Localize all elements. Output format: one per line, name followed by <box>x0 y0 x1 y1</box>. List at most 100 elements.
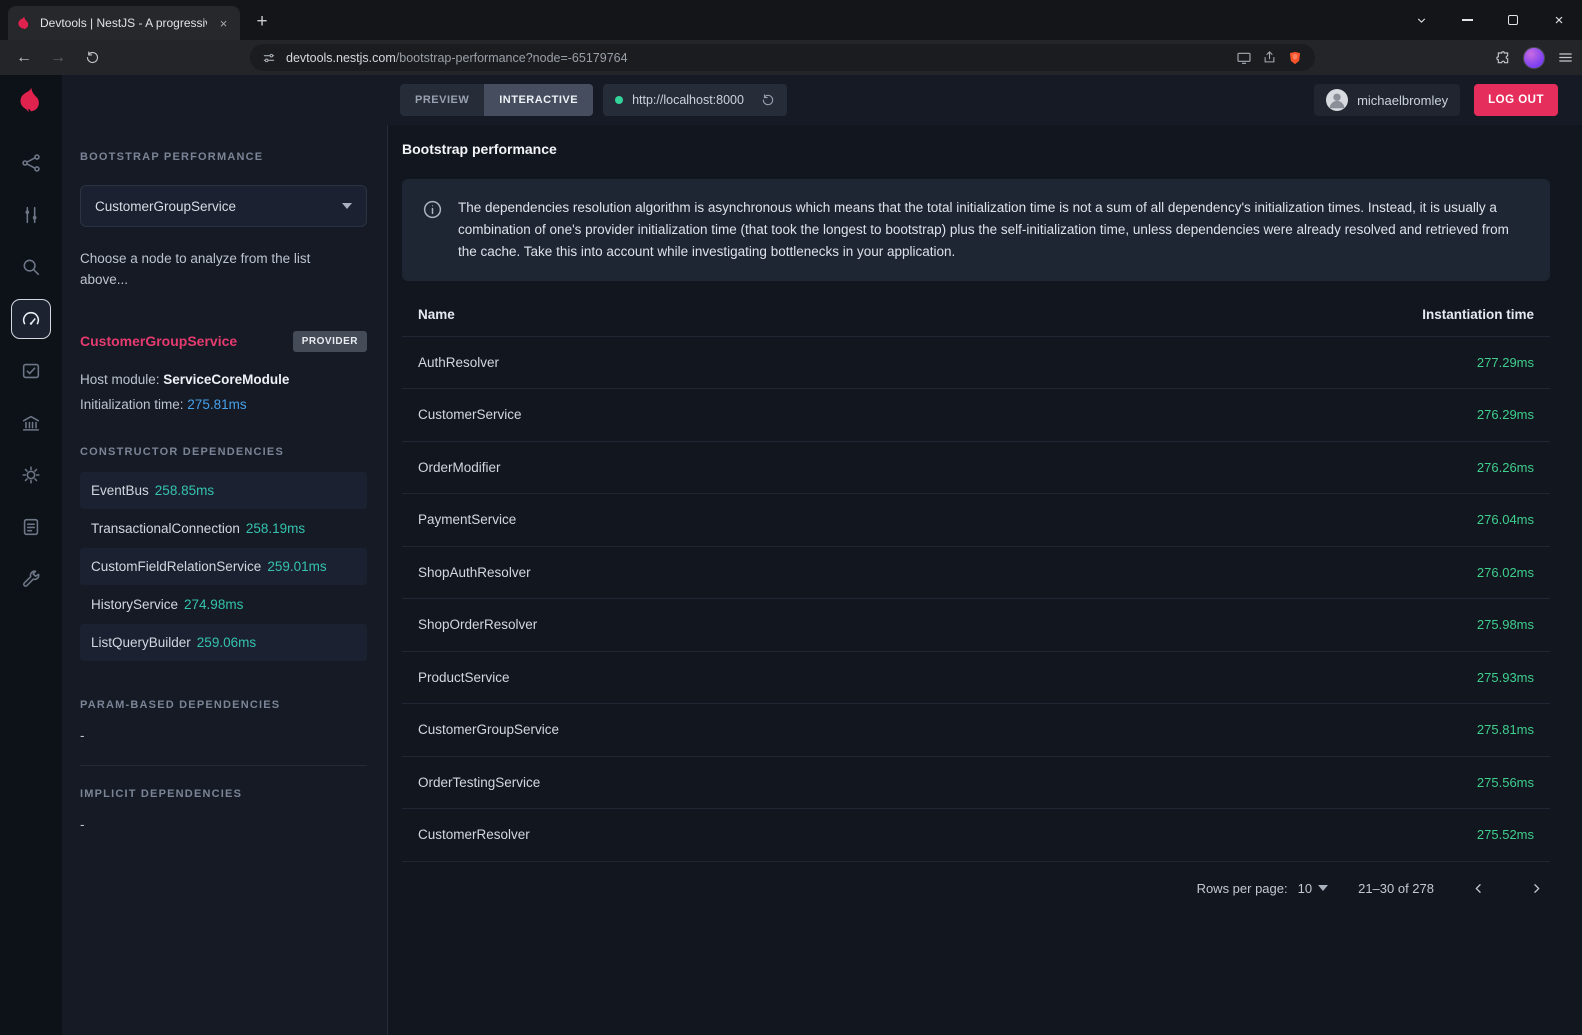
menu-icon[interactable] <box>1557 49 1574 66</box>
select-hint: Choose a node to analyze from the list a… <box>80 249 335 291</box>
table-row[interactable]: PaymentService276.04ms <box>402 493 1550 546</box>
nav-graph-button[interactable] <box>11 143 51 183</box>
table-row[interactable]: OrderTestingService275.56ms <box>402 756 1550 809</box>
app-icon-rail <box>0 75 62 1035</box>
preview-tab[interactable]: PREVIEW <box>400 84 484 116</box>
previous-page-button[interactable] <box>1464 874 1492 902</box>
page-title: Bootstrap performance <box>402 141 1550 157</box>
node-select[interactable]: CustomerGroupService <box>80 185 367 227</box>
table-pagination: Rows per page: 10 21–30 of 278 <box>402 861 1550 915</box>
table-row[interactable]: ShopAuthResolver276.02ms <box>402 546 1550 599</box>
bootstrap-performance-panel: BOOTSTRAP PERFORMANCE CustomerGroupServi… <box>62 125 388 1035</box>
nav-audit-button[interactable] <box>11 351 51 391</box>
table-row[interactable]: OrderModifier276.26ms <box>402 441 1550 494</box>
chevron-down-icon <box>342 203 352 209</box>
refresh-target-icon[interactable] <box>761 93 775 107</box>
target-url-text: http://localhost:8000 <box>632 93 744 107</box>
table-row[interactable]: ProductService275.93ms <box>402 651 1550 704</box>
url-domain: devtools.nestjs.com <box>286 51 396 65</box>
table-row[interactable]: CustomerResolver275.52ms <box>402 808 1550 861</box>
browser-reload-button[interactable] <box>78 44 106 72</box>
share-icon[interactable] <box>1262 50 1277 65</box>
mode-toggle: PREVIEW INTERACTIVE <box>400 84 593 116</box>
logout-button[interactable]: LOG OUT <box>1474 84 1558 116</box>
nav-performance-button[interactable] <box>11 299 51 339</box>
dep-list-item[interactable]: ListQueryBuilder259.06ms <box>80 624 367 661</box>
target-url-control[interactable]: http://localhost:8000 <box>603 84 787 116</box>
document-icon <box>20 516 42 538</box>
browser-forward-button[interactable]: → <box>44 44 72 72</box>
checklist-icon <box>20 360 42 382</box>
browser-tab[interactable]: Devtools | NestJS - A progressive × <box>8 6 240 40</box>
table-row[interactable]: AuthResolver277.29ms <box>402 336 1550 389</box>
tab-close-icon[interactable]: × <box>215 15 232 32</box>
table-row[interactable]: CustomerService276.29ms <box>402 388 1550 441</box>
window-close-button[interactable]: × <box>1536 0 1582 40</box>
graph-icon <box>20 152 42 174</box>
tab-search-chevron-icon[interactable] <box>1398 0 1444 40</box>
app-header: PREVIEW INTERACTIVE http://localhost:800… <box>62 75 1582 125</box>
info-text: The dependencies resolution algorithm is… <box>458 197 1530 263</box>
table-header: Name Instantiation time <box>402 293 1550 336</box>
table-row[interactable]: ShopOrderResolver275.98ms <box>402 598 1550 651</box>
provider-badge: PROVIDER <box>293 331 367 352</box>
nav-tools-button[interactable] <box>11 559 51 599</box>
nav-modules-button[interactable] <box>11 403 51 443</box>
interactive-tab[interactable]: INTERACTIVE <box>484 84 593 116</box>
online-status-dot <box>615 96 623 104</box>
column-instantiation-time: Instantiation time <box>1422 307 1534 322</box>
nav-settings-button[interactable] <box>11 455 51 495</box>
column-name: Name <box>418 307 455 322</box>
dep-list-item[interactable]: HistoryService274.98ms <box>80 586 367 623</box>
user-chip[interactable]: michaelbromley <box>1314 84 1460 116</box>
browser-back-button[interactable]: ← <box>10 44 38 72</box>
gear-icon <box>20 464 42 486</box>
panel-divider <box>80 765 367 766</box>
init-time-line: Initialization time: 275.81ms <box>80 393 367 418</box>
nestjs-favicon-icon <box>16 15 32 31</box>
performance-table: Name Instantiation time AuthResolver277.… <box>402 293 1550 915</box>
new-tab-button[interactable]: + <box>248 8 276 36</box>
brave-shield-icon[interactable] <box>1287 50 1303 66</box>
main-content: Bootstrap performance The dependencies r… <box>389 125 1582 1035</box>
nav-routes-button[interactable] <box>11 195 51 235</box>
node-select-value: CustomerGroupService <box>95 199 236 214</box>
wrench-icon <box>20 568 42 590</box>
search-icon <box>20 256 42 278</box>
tab-cast-icon[interactable] <box>1236 50 1252 66</box>
host-module-line: Host module: ServiceCoreModule <box>80 368 367 393</box>
site-settings-icon[interactable] <box>262 51 276 65</box>
url-text[interactable]: devtools.nestjs.com/bootstrap-performanc… <box>286 51 1226 65</box>
selected-node-name: CustomerGroupService <box>80 333 237 349</box>
rows-per-page-label: Rows per page: <box>1197 881 1288 896</box>
dep-list-item[interactable]: CustomFieldRelationService259.01ms <box>80 548 367 585</box>
window-maximize-button[interactable] <box>1490 0 1536 40</box>
pagination-range: 21–30 of 278 <box>1358 881 1434 896</box>
host-module-value: ServiceCoreModule <box>163 372 289 387</box>
info-callout: The dependencies resolution algorithm is… <box>402 179 1550 281</box>
nav-docs-button[interactable] <box>11 507 51 547</box>
dep-list-item[interactable]: EventBus258.85ms <box>80 472 367 509</box>
info-icon <box>422 199 443 263</box>
nav-inspect-button[interactable] <box>11 247 51 287</box>
param-deps-empty: - <box>80 728 367 743</box>
next-page-button[interactable] <box>1522 874 1550 902</box>
minimize-icon <box>1462 19 1473 21</box>
gauge-icon <box>20 308 42 330</box>
window-minimize-button[interactable] <box>1444 0 1490 40</box>
browser-profile-avatar[interactable] <box>1523 47 1545 69</box>
browser-toolbar: ← → devtools.nestjs.com/bootstrap-perfor… <box>0 40 1582 75</box>
chevron-down-icon <box>1318 885 1328 891</box>
nestjs-logo[interactable] <box>0 75 62 125</box>
browser-tabstrip: Devtools | NestJS - A progressive × + × <box>0 0 1582 40</box>
implicit-deps-empty: - <box>80 817 367 832</box>
address-bar[interactable]: devtools.nestjs.com/bootstrap-performanc… <box>250 44 1315 71</box>
routes-icon <box>20 204 42 226</box>
rows-per-page-select[interactable]: 10 <box>1298 881 1328 896</box>
extensions-icon[interactable] <box>1495 50 1511 66</box>
constructor-deps-list: EventBus258.85ms TransactionalConnection… <box>80 472 367 661</box>
table-row[interactable]: CustomerGroupService275.81ms <box>402 703 1550 756</box>
dep-list-item[interactable]: TransactionalConnection258.19ms <box>80 510 367 547</box>
param-deps-title: PARAM-BASED DEPENDENCIES <box>80 699 367 711</box>
panel-title: BOOTSTRAP PERFORMANCE <box>80 151 367 163</box>
